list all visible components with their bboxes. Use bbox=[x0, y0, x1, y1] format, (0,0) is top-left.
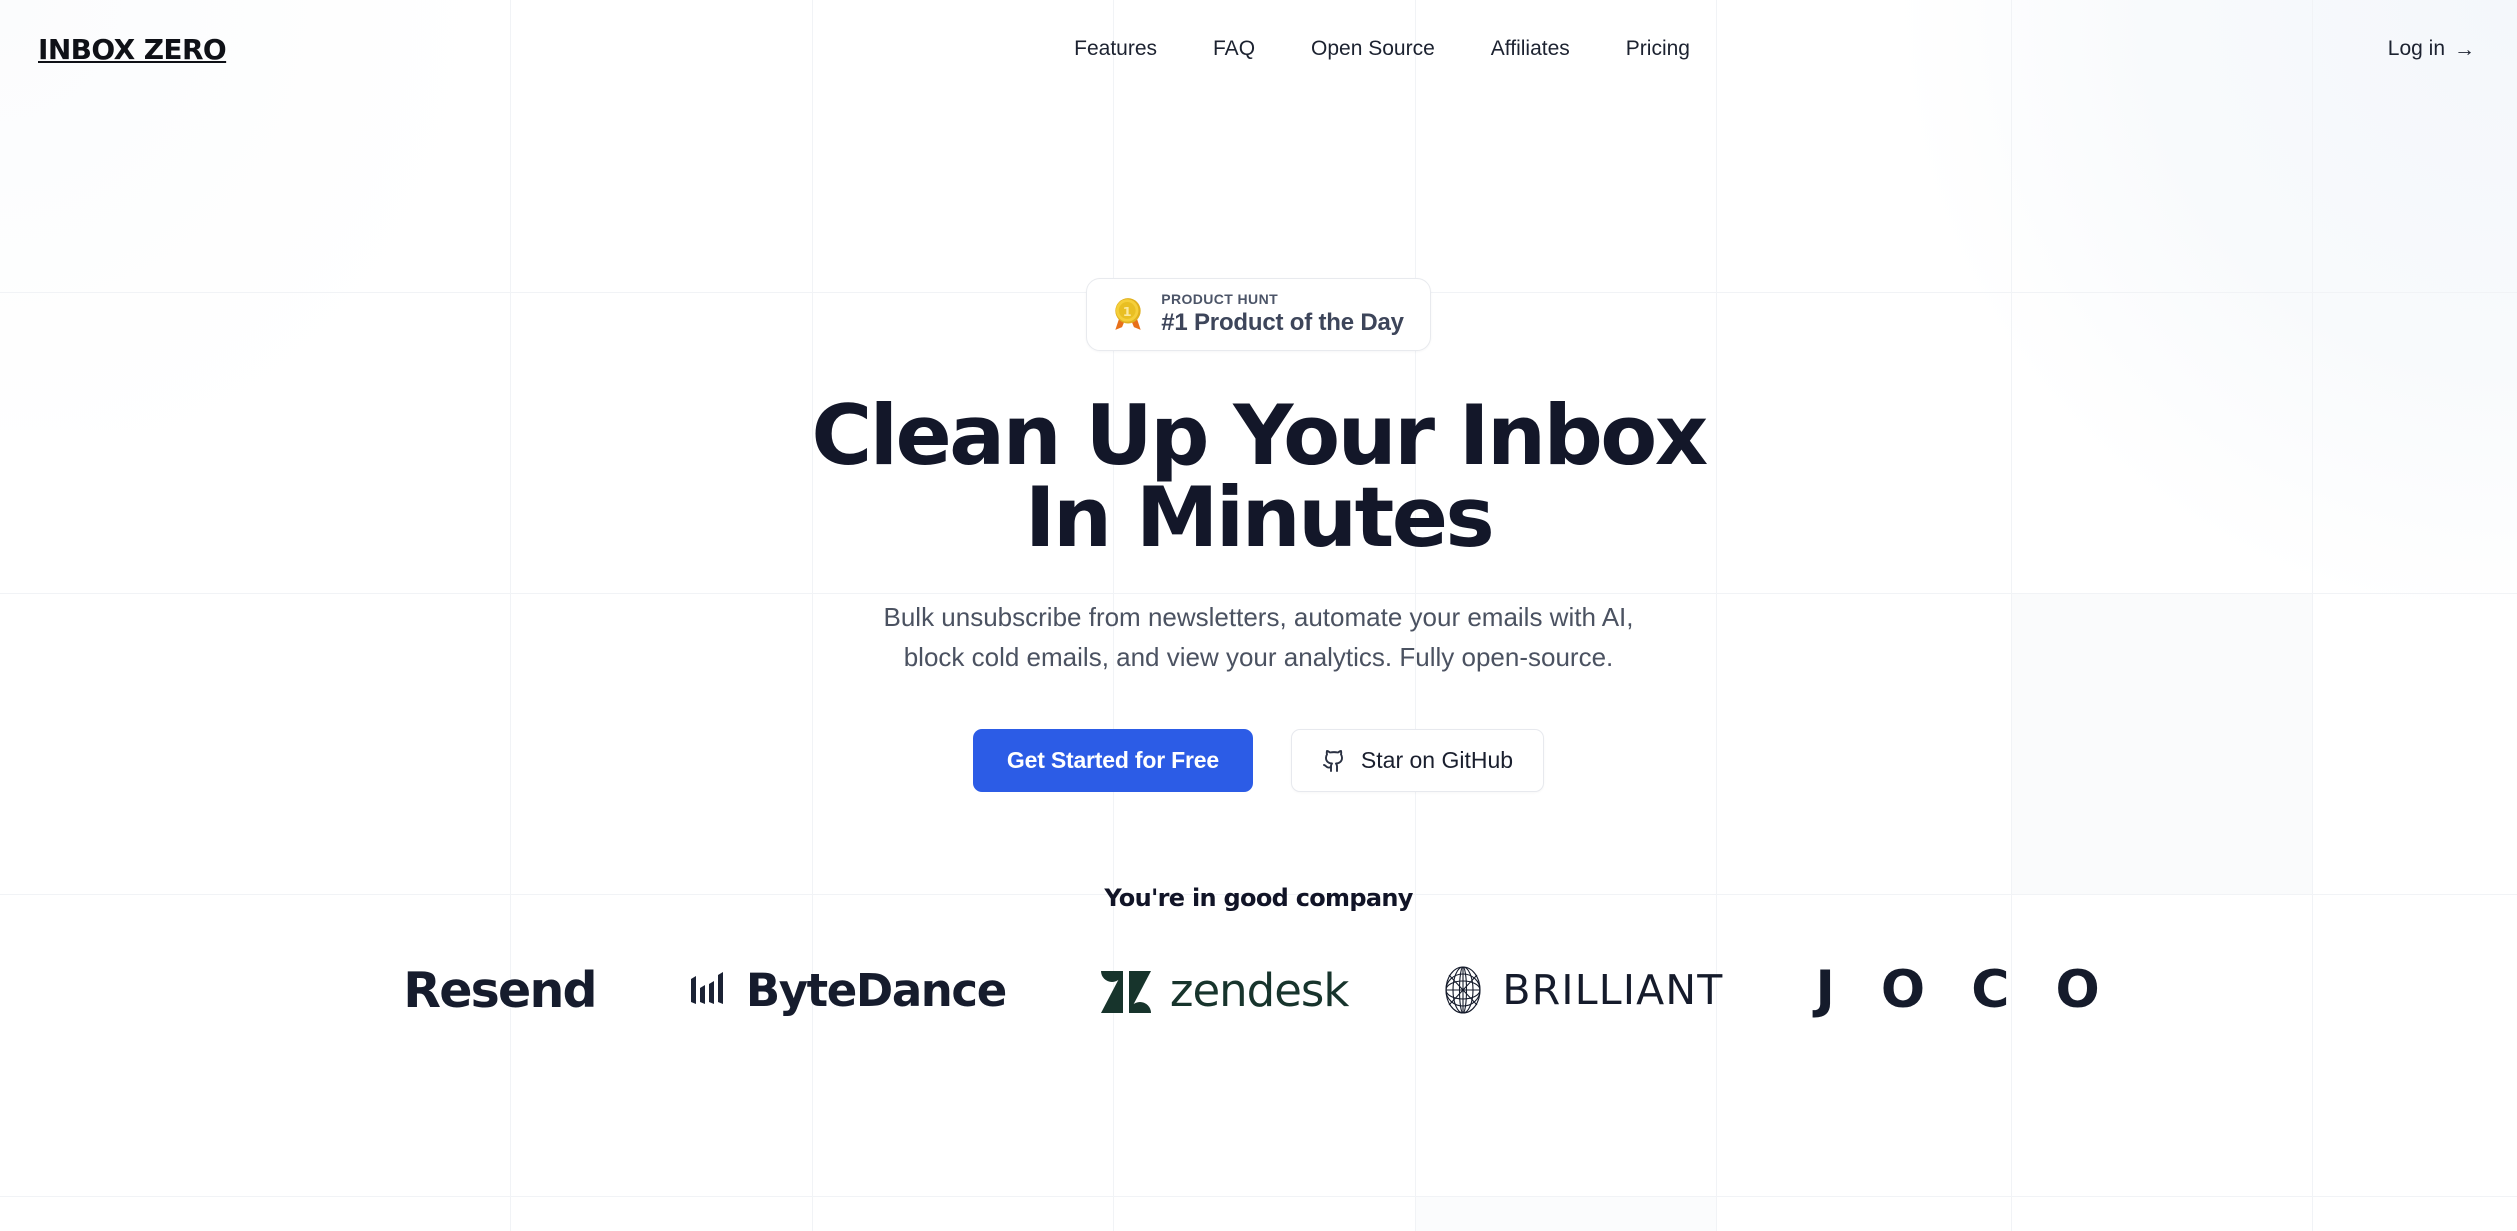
page-title: Clean Up Your Inbox In Minutes bbox=[811, 394, 1708, 559]
brilliant-wordmark: BRILLIANT bbox=[1502, 966, 1724, 1015]
bars-icon bbox=[688, 970, 730, 1010]
hero-subheading: Bulk unsubscribe from newsletters, autom… bbox=[884, 597, 1634, 677]
product-hunt-badge[interactable]: 1 PRODUCT HUNT #1 Product of the Day bbox=[1086, 278, 1431, 351]
subhead-line-1: Bulk unsubscribe from newsletters, autom… bbox=[883, 602, 1634, 633]
get-started-button[interactable]: Get Started for Free bbox=[972, 729, 1253, 793]
headline-line-2: In Minutes bbox=[1024, 469, 1495, 567]
grid-cell-tint bbox=[1415, 1196, 1716, 1231]
github-icon bbox=[1322, 749, 1346, 773]
zendesk-z-icon bbox=[1098, 963, 1154, 1017]
nav-item-pricing[interactable]: Pricing bbox=[1598, 27, 1718, 71]
company-logo-bytedance: ByteDance bbox=[688, 963, 1007, 1017]
company-logo-row: Resend ByteDance zendesk BRILLIANT J O C… bbox=[0, 960, 2517, 1020]
arrow-right-icon: → bbox=[2454, 37, 2475, 61]
nav-item-faq[interactable]: FAQ bbox=[1185, 27, 1283, 71]
social-proof-title: You're in good company bbox=[1104, 884, 1413, 913]
company-logo-brilliant: BRILLIANT bbox=[1440, 964, 1723, 1016]
product-hunt-eyebrow: PRODUCT HUNT bbox=[1161, 291, 1279, 307]
product-hunt-title: #1 Product of the Day bbox=[1161, 309, 1404, 337]
hero-section: 1 PRODUCT HUNT #1 Product of the Day Cle… bbox=[0, 98, 2517, 1020]
star-on-github-label: Star on GitHub bbox=[1360, 747, 1514, 774]
nav-item-features[interactable]: Features bbox=[1046, 27, 1185, 71]
company-logo-joco: J O C O bbox=[1815, 960, 2113, 1020]
joco-wordmark: J O C O bbox=[1815, 960, 2114, 1021]
gold-medal-icon: 1 bbox=[1109, 295, 1147, 333]
login-label: Log in bbox=[2387, 37, 2445, 60]
subhead-line-2: block cold emails, and view your analyti… bbox=[903, 642, 1614, 673]
grid-hline bbox=[0, 1196, 2517, 1197]
company-logo-resend: Resend bbox=[403, 961, 597, 1019]
nav-item-affiliates[interactable]: Affiliates bbox=[1463, 27, 1598, 71]
login-link[interactable]: Log in → bbox=[2388, 37, 2479, 61]
resend-wordmark: Resend bbox=[403, 961, 597, 1019]
zendesk-wordmark: zendesk bbox=[1169, 963, 1350, 1017]
primary-nav: Features FAQ Open Source Affiliates Pric… bbox=[1046, 27, 1718, 71]
bytedance-wordmark: ByteDance bbox=[745, 963, 1007, 1017]
nav-item-open-source[interactable]: Open Source bbox=[1283, 27, 1463, 71]
brand-logo[interactable]: INBOX ZERO bbox=[38, 33, 227, 66]
site-header: INBOX ZERO Features FAQ Open Source Affi… bbox=[0, 0, 2517, 98]
social-proof-section: You're in good company Resend ByteDance bbox=[0, 884, 2517, 1020]
svg-text:1: 1 bbox=[1123, 304, 1132, 319]
gem-icon bbox=[1440, 964, 1486, 1016]
star-on-github-button[interactable]: Star on GitHub bbox=[1290, 729, 1545, 793]
hero-cta-row: Get Started for Free Star on GitHub bbox=[972, 729, 1545, 793]
company-logo-zendesk: zendesk bbox=[1098, 963, 1349, 1017]
